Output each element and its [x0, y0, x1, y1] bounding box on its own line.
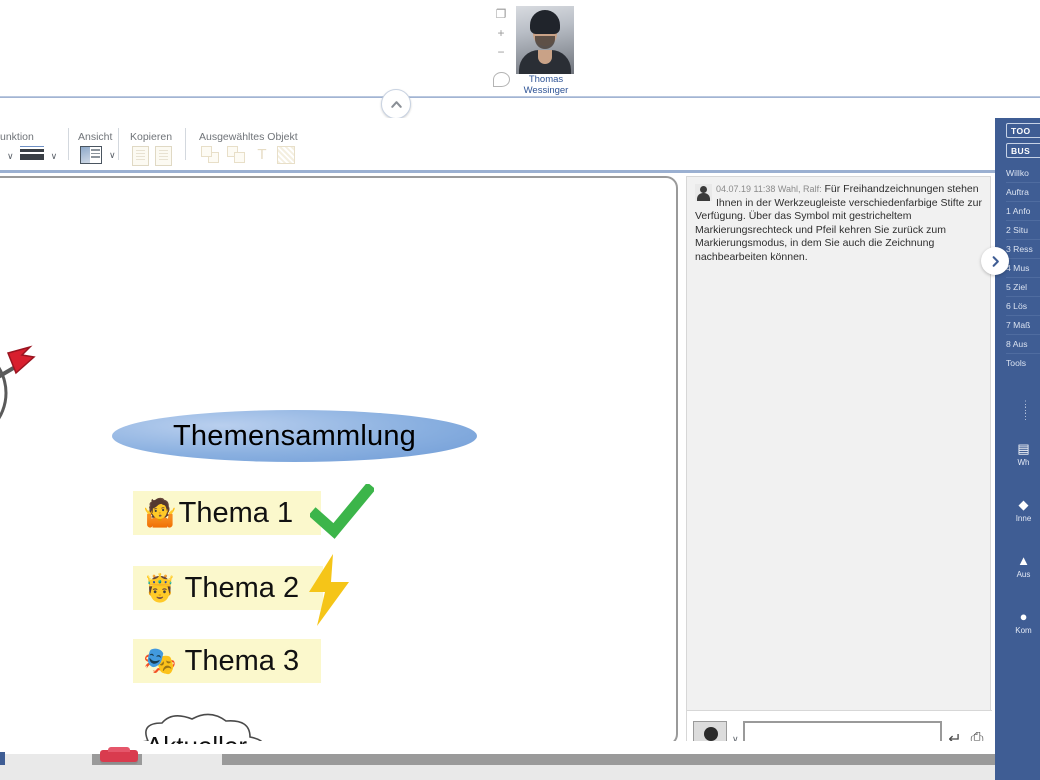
sidebar-item-1-anforderung[interactable]: 1 Anfo	[1006, 202, 1040, 221]
video-conference-bar: ❐ + − Thomas Wessinger	[0, 0, 1040, 119]
sidebar-business-button[interactable]: BUS	[1006, 143, 1040, 158]
bring-to-front-icon[interactable]	[201, 146, 221, 164]
participant-first-name: Thomas	[528, 74, 564, 85]
ribbon-label-funktion: unktion	[0, 131, 34, 143]
sidebar-icon-label-innen: Inne	[1015, 514, 1032, 523]
whiteboard-title-text: Themensammlung	[173, 419, 416, 452]
sidebar-item-5-ziele[interactable]: 5 Ziel	[1006, 278, 1040, 297]
send-to-back-icon[interactable]	[227, 146, 247, 164]
timeline-segment[interactable]	[4, 754, 92, 765]
comment-item[interactable]: 04.07.19 11:38 Wahl, Ralf: Für Freihandz…	[695, 183, 982, 265]
grid-fill-icon[interactable]	[277, 146, 295, 164]
paste-icon[interactable]	[155, 146, 172, 166]
lightning-bolt-icon[interactable]	[305, 554, 353, 626]
sidebar-icon-whiteboard[interactable]: ▤ Wh	[995, 441, 1040, 467]
sidebar-item-6-loesungen[interactable]: 6 Lös	[1006, 297, 1040, 316]
sidebar-item-auftrag[interactable]: Auftra	[1006, 183, 1040, 202]
prince-icon: 🤴	[143, 572, 177, 603]
theme-label-3: Thema 3	[184, 644, 300, 677]
expand-sidebar-button[interactable]	[981, 247, 1009, 275]
sidebar-item-2-situation[interactable]: 2 Situ	[1006, 221, 1040, 240]
ribbon-group-kopieren: Kopieren	[128, 118, 190, 170]
theater-masks-icon: 🎭	[143, 645, 177, 676]
copy-icon[interactable]	[132, 146, 149, 166]
sidebar-icon-innen[interactable]: ◆ Inne	[995, 497, 1040, 523]
whiteboard-canvas[interactable]: Themensammlung 🤷 Thema 1 🤴 Thema 2 🎭 The…	[0, 176, 678, 746]
comment-panel: 04.07.19 11:38 Wahl, Ralf: Für Freihandz…	[686, 176, 992, 768]
comment-list[interactable]: 04.07.19 11:38 Wahl, Ralf: Für Freihandz…	[687, 177, 990, 712]
comment-timestamp-author: 04.07.19 11:38 Wahl, Ralf:	[716, 184, 822, 194]
text-format-icon[interactable]: T	[253, 146, 271, 164]
aussen-icon: ▲	[1017, 553, 1030, 568]
line-style-dropdown-caret[interactable]: ∨	[51, 151, 58, 162]
zoom-in-icon[interactable]: +	[494, 27, 508, 41]
windows-icon[interactable]: ❐	[494, 8, 508, 22]
view-dropdown-caret[interactable]: ∨	[109, 150, 116, 161]
view-layout-icon[interactable]	[80, 146, 102, 164]
participant-name: Thomas Wessinger	[504, 74, 588, 96]
current-status-cloud[interactable]: Aktueller Stand	[114, 713, 279, 744]
timeline-base	[0, 765, 995, 780]
ribbon-group-ausgewaehltes-objekt: Ausgewähltes Objekt T	[195, 118, 320, 170]
timeline-segment[interactable]	[142, 754, 222, 765]
chevron-up-icon	[390, 100, 402, 108]
participant-video-tile[interactable]: ❐ + − Thomas Wessinger	[490, 4, 600, 96]
timeline-start-marker	[0, 752, 5, 765]
video-bar-divider	[0, 96, 1040, 98]
video-controls[interactable]: ❐ + −	[490, 8, 512, 60]
ribbon-separator	[68, 128, 69, 160]
kommunikation-icon: ●	[1019, 609, 1028, 624]
ribbon-separator	[118, 128, 119, 160]
whiteboard-title-shape[interactable]: Themensammlung	[112, 410, 477, 462]
theme-label-1: Thema 1	[178, 496, 294, 529]
comment-text: Für Freihandzeichnungen stehen Ihnen in …	[695, 183, 982, 263]
timeline-track[interactable]	[0, 754, 995, 765]
sidebar-item-tools[interactable]: Tools	[1006, 354, 1040, 373]
ribbon-separator	[185, 128, 186, 160]
pen-dropdown-caret[interactable]: ∨	[7, 151, 14, 162]
sidebar-item-willkommen[interactable]: Willko	[1006, 164, 1040, 183]
collapse-video-bar-button[interactable]	[381, 89, 411, 119]
target-with-arrow-shape[interactable]	[0, 343, 40, 473]
innen-icon: ◆	[1018, 497, 1029, 512]
sidebar-icon-label-whiteboard: Wh	[1017, 458, 1030, 467]
participant-last-name: Wessinger	[523, 85, 569, 96]
comment-author-avatar	[695, 184, 712, 201]
chevron-right-icon	[992, 255, 999, 267]
sidebar-icon-label-kommunikation: Kom	[1015, 626, 1032, 635]
timeline-position-marker[interactable]	[100, 747, 138, 762]
whiteboard-icon: ▤	[1017, 441, 1030, 456]
theme-item-1[interactable]: 🤷 Thema 1	[133, 484, 374, 539]
ribbon-label-kopieren: Kopieren	[130, 131, 173, 143]
sidebar-icon-group: ⋮ ⋮ ⋮ ▤ Wh ◆ Inne ▲ Aus ● Kom	[995, 399, 1040, 636]
bottom-timeline-bar[interactable]	[0, 741, 995, 780]
ribbon-label-ansicht: Ansicht	[78, 131, 113, 143]
sidebar-item-7-massnahmen[interactable]: 7 Maß	[1006, 316, 1040, 335]
ribbon-label-ausgewaehltes-objekt: Ausgewähltes Objekt	[199, 131, 298, 143]
ribbon-group-ansicht: Ansicht ∨	[76, 118, 134, 170]
sidebar-icon-kommunikation[interactable]: ● Kom	[995, 609, 1040, 635]
cloud-text-line1: Aktueller	[146, 732, 247, 744]
sidebar-item-3-ressourcen[interactable]: 3 Ress	[1006, 240, 1040, 259]
zoom-out-icon[interactable]: −	[494, 46, 508, 60]
sidebar-dotted-line-icon: ⋮ ⋮ ⋮	[1021, 399, 1031, 421]
right-sidebar[interactable]: TOO BUS Willko Auftra 1 Anfo 2 Situ 3 Re…	[995, 118, 1040, 780]
theme-item-3[interactable]: 🎭 Thema 3	[133, 639, 321, 683]
whiteboard-area[interactable]: Themensammlung 🤷 Thema 1 🤴 Thema 2 🎭 The…	[0, 176, 680, 746]
ribbon-toolbar: unktion ∨ ∨ Ansicht ∨ Kopieren Ausgewähl…	[0, 118, 995, 173]
green-check-icon[interactable]	[310, 484, 374, 540]
application-window: unktion ∨ ∨ Ansicht ∨ Kopieren Ausgewähl…	[0, 118, 1040, 780]
line-style-icon[interactable]	[19, 146, 44, 166]
ribbon-group-funktion: unktion ∨ ∨	[0, 118, 68, 170]
theme-item-2[interactable]: 🤴 Thema 2	[133, 554, 349, 626]
shrug-person-icon: 🤷	[143, 497, 177, 528]
sidebar-item-4-muster[interactable]: 4 Mus	[1006, 259, 1040, 278]
participant-avatar	[516, 6, 574, 74]
sidebar-tools-button[interactable]: TOO	[1006, 123, 1040, 138]
theme-label-2: Thema 2	[184, 571, 300, 604]
sidebar-item-8-auswertung[interactable]: 8 Aus	[1006, 335, 1040, 354]
sidebar-icon-aussen[interactable]: ▲ Aus	[995, 553, 1040, 579]
sidebar-icon-label-aussen: Aus	[1016, 570, 1031, 579]
